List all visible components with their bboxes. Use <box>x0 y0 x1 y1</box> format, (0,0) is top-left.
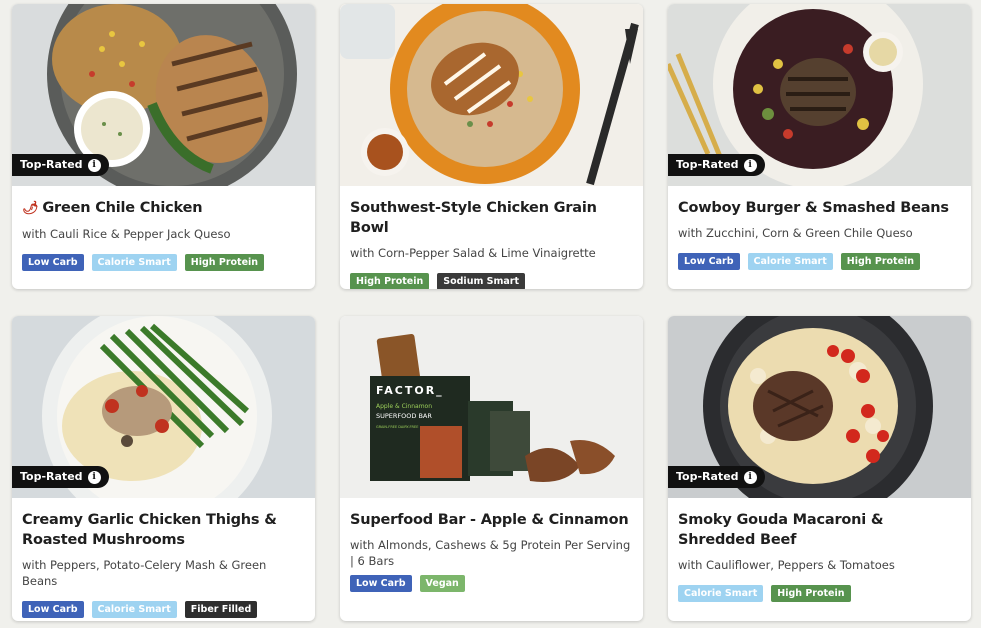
info-icon[interactable]: i <box>87 470 101 484</box>
meal-subtitle: with Zucchini, Corn & Green Chile Queso <box>678 226 913 240</box>
meal-tags: Low Carb Calorie Smart High Protein <box>22 254 305 271</box>
meal-title[interactable]: Superfood Bar - Apple & Cinnamon <box>350 510 633 530</box>
tag-sodium-smart: Sodium Smart <box>437 273 526 289</box>
meal-tags: High Protein Sodium Smart <box>350 273 633 289</box>
meal-subtitle: with Corn-Pepper Salad & Lime Vinaigrett… <box>350 246 596 260</box>
meal-tags: Calorie Smart High Protein <box>678 585 961 602</box>
meal-card-southwest-grain-bowl[interactable]: Southwest-Style Chicken Grain Bowl with … <box>340 4 643 289</box>
info-icon[interactable]: i <box>743 470 757 484</box>
info-icon[interactable]: i <box>87 158 101 172</box>
package-product: SUPERFOOD BAR <box>376 412 432 420</box>
meal-card-cowboy-burger[interactable]: Top-Rated i Cowboy Burger & Smashed Bean… <box>668 4 971 289</box>
tag-low-carb: Low Carb <box>22 601 84 618</box>
meal-subtitle: with Peppers, Potato-Celery Mash & Green… <box>22 558 267 588</box>
tag-calorie-smart: Calorie Smart <box>91 254 177 271</box>
tag-high-protein: High Protein <box>184 254 265 271</box>
top-rated-badge[interactable]: Top-Rated i <box>668 466 765 488</box>
tag-low-carb: Low Carb <box>350 575 412 592</box>
meal-image: Top-Rated i <box>12 4 315 186</box>
top-rated-badge[interactable]: Top-Rated i <box>12 154 109 176</box>
meal-card-superfood-bar[interactable]: FACTOR_ Apple & Cinnamon SUPERFOOD BAR G… <box>340 316 643 621</box>
package-claims: GRAIN-FREE DAIRY-FREE <box>376 425 418 429</box>
meal-subtitle: with Almonds, Cashews & 5g Protein Per S… <box>350 538 631 568</box>
tag-high-protein: High Protein <box>771 585 851 602</box>
tag-high-protein: High Protein <box>840 253 921 270</box>
tag-calorie-smart: Calorie Smart <box>91 601 177 618</box>
meal-title[interactable]: Southwest-Style Chicken Grain Bowl <box>350 198 633 238</box>
tag-calorie-smart: Calorie Smart <box>747 253 833 270</box>
tag-low-carb: Low Carb <box>22 254 84 271</box>
meal-subtitle: with Cauliflower, Peppers & Tomatoes <box>678 558 895 572</box>
meal-image: FACTOR_ Apple & Cinnamon SUPERFOOD BAR G… <box>340 316 643 498</box>
tag-high-protein: High Protein <box>350 273 430 289</box>
tag-calorie-smart: Calorie Smart <box>678 585 764 602</box>
meal-tags: Low Carb Vegan <box>350 575 633 592</box>
top-rated-badge[interactable]: Top-Rated i <box>12 466 109 488</box>
meal-title[interactable]: Cowboy Burger & Smashed Beans <box>678 198 961 218</box>
tag-fiber-filled: Fiber Filled <box>184 601 258 618</box>
meal-tags: Low Carb Calorie Smart High Protein <box>678 253 961 270</box>
meal-image: Top-Rated i <box>12 316 315 498</box>
meal-card-creamy-garlic-chicken[interactable]: Top-Rated i Creamy Garlic Chicken Thighs… <box>12 316 315 621</box>
meal-title[interactable]: 🌶 Green Chile Chicken <box>22 198 305 219</box>
top-rated-label: Top-Rated <box>20 158 83 171</box>
package-flavor: Apple & Cinnamon <box>376 403 432 410</box>
package-brand: FACTOR_ <box>376 384 444 397</box>
meal-tags: Low Carb Calorie Smart Fiber Filled <box>22 601 305 618</box>
meal-title[interactable]: Smoky Gouda Macaroni & Shredded Beef <box>678 510 961 550</box>
meal-title[interactable]: Creamy Garlic Chicken Thighs & Roasted M… <box>22 510 305 550</box>
tag-vegan: Vegan <box>419 575 465 592</box>
meal-card-green-chile-chicken[interactable]: Top-Rated i 🌶 Green Chile Chicken with Ca… <box>12 4 315 289</box>
tag-low-carb: Low Carb <box>678 253 740 270</box>
meal-image: Top-Rated i <box>668 4 971 186</box>
meal-image: Top-Rated i <box>668 316 971 498</box>
meal-image <box>340 4 643 186</box>
top-rated-label: Top-Rated <box>20 470 83 483</box>
meal-subtitle: with Cauli Rice & Pepper Jack Queso <box>22 227 231 241</box>
chili-pepper-icon: 🌶 <box>22 201 39 216</box>
top-rated-label: Top-Rated <box>676 470 739 483</box>
top-rated-label: Top-Rated <box>676 158 739 171</box>
meal-card-smoky-gouda-macaroni[interactable]: Top-Rated i Smoky Gouda Macaroni & Shred… <box>668 316 971 621</box>
meal-title-text: Green Chile Chicken <box>42 200 203 216</box>
top-rated-badge[interactable]: Top-Rated i <box>668 154 765 176</box>
info-icon[interactable]: i <box>743 158 757 172</box>
